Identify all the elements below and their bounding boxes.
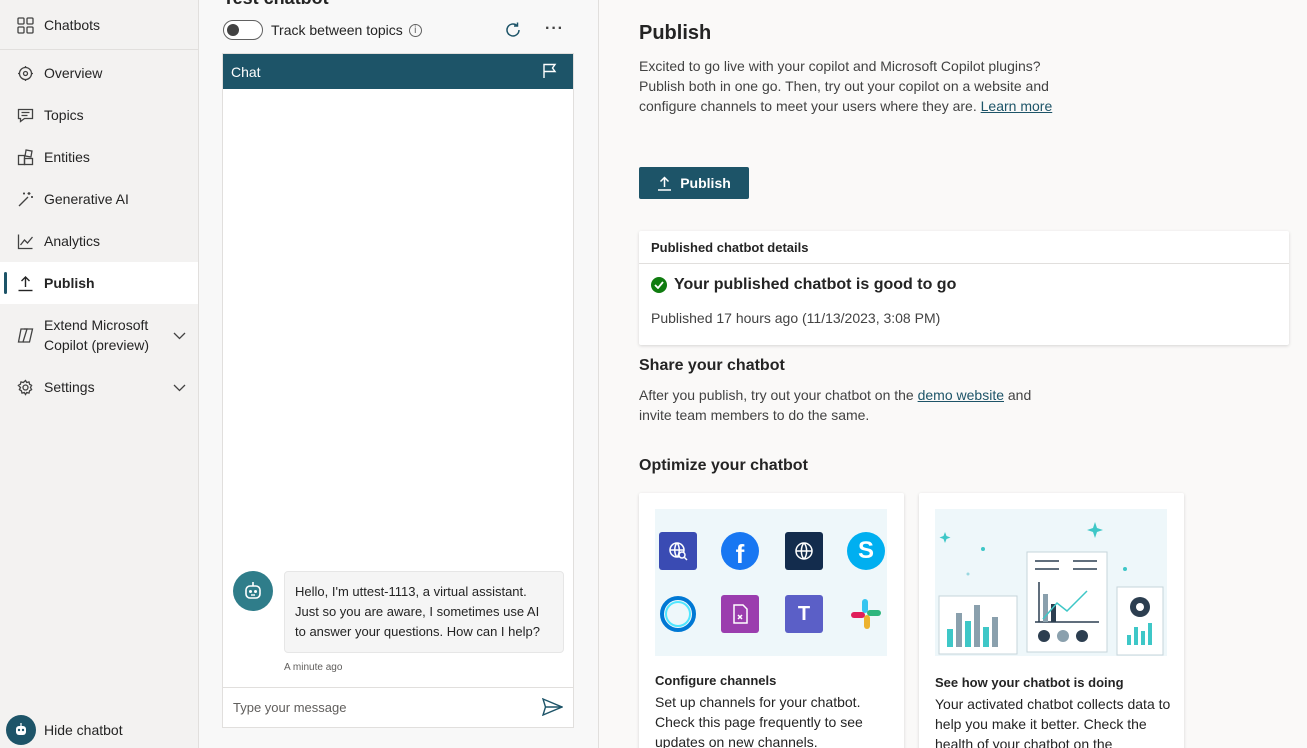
copilot-icon bbox=[16, 326, 34, 344]
analytics-chart-icon bbox=[938, 522, 1164, 656]
nav-label: Settings bbox=[44, 379, 95, 395]
magic-wand-icon bbox=[16, 190, 34, 208]
intro-text: Excited to go live with your copilot and… bbox=[639, 56, 1059, 116]
card-text: Set up channels for your chatbot. Check … bbox=[655, 694, 863, 748]
checkmark-icon bbox=[651, 277, 667, 293]
overview-icon bbox=[16, 64, 34, 82]
share-title: Share your chatbot bbox=[639, 357, 785, 374]
nav-item-settings[interactable]: Settings bbox=[0, 366, 198, 408]
flag-icon[interactable] bbox=[542, 63, 557, 82]
details-header: Published chatbot details bbox=[639, 231, 1289, 264]
nav-label: Analytics bbox=[44, 233, 101, 249]
configure-channels-card[interactable]: f S T Configure channels Set up channels… bbox=[639, 493, 904, 748]
line-chart-icon bbox=[16, 232, 34, 250]
track-topics-toggle[interactable] bbox=[223, 20, 263, 40]
slack-icon bbox=[847, 595, 885, 633]
nav-item-chatbots[interactable]: Chatbots bbox=[0, 4, 198, 46]
chat-header: Chat bbox=[223, 54, 573, 89]
hide-chatbot-button[interactable]: Hide chatbot bbox=[6, 715, 123, 745]
send-icon[interactable] bbox=[541, 697, 564, 719]
nav-label: Chatbots bbox=[44, 17, 101, 33]
chat-window: Chat Hello, I'm uttest-1113, a virtual a… bbox=[222, 53, 574, 728]
test-chatbot-panel: Test chatbot Track between topics i ··· … bbox=[199, 0, 599, 748]
published-time: Published 17 hours ago (11/13/2023, 3:08… bbox=[651, 310, 941, 326]
analytics-card[interactable]: See how your chatbot is doing Your activ… bbox=[919, 493, 1184, 748]
skype-icon: S bbox=[847, 532, 885, 570]
facebook-icon: f bbox=[721, 532, 759, 570]
nav-item-generative-ai[interactable]: Generative AI bbox=[0, 178, 198, 220]
nav-item-extend-copilot[interactable]: Extend Microsoft Copilot (preview) bbox=[0, 314, 198, 356]
entities-icon bbox=[16, 148, 34, 166]
learn-more-link[interactable]: Learn more bbox=[981, 98, 1053, 114]
more-options-icon[interactable]: ··· bbox=[545, 20, 564, 38]
optimize-title: Optimize your chatbot bbox=[639, 457, 808, 474]
card-title: Configure channels bbox=[655, 673, 777, 688]
chat-input-row bbox=[223, 687, 573, 727]
grid-icon bbox=[16, 16, 34, 34]
track-topics-label: Track between topics bbox=[271, 22, 403, 38]
publish-page: Publish Excited to go live with your cop… bbox=[599, 0, 1307, 748]
bot-avatar bbox=[233, 571, 273, 611]
nav-label: Entities bbox=[44, 149, 90, 165]
teams-icon: T bbox=[785, 595, 823, 633]
status-text: Your published chatbot is good to go bbox=[674, 276, 957, 293]
nav-item-overview[interactable]: Overview bbox=[0, 52, 198, 94]
message-timestamp: A minute ago bbox=[284, 662, 343, 673]
nav-label-line2: Copilot (preview) bbox=[44, 337, 150, 353]
published-details-card: Published chatbot details Your published… bbox=[639, 231, 1289, 345]
share-text-before: After you publish, try out your chatbot … bbox=[639, 387, 914, 403]
nav-label: Extend Microsoft Copilot (preview) bbox=[44, 315, 149, 355]
nav-item-entities[interactable]: Entities bbox=[0, 136, 198, 178]
nav-label: Generative AI bbox=[44, 191, 129, 207]
analytics-illustration bbox=[935, 509, 1167, 656]
nav-divider bbox=[0, 49, 198, 50]
nav-label: Overview bbox=[44, 65, 103, 81]
nav-label-line1: Extend Microsoft bbox=[44, 317, 149, 333]
bot-avatar-icon bbox=[6, 715, 36, 745]
web-search-icon bbox=[659, 532, 697, 570]
card-title: See how your chatbot is doing bbox=[935, 675, 1124, 690]
nav-label: Publish bbox=[44, 275, 95, 291]
track-topics-row: Track between topics i bbox=[223, 20, 422, 40]
mobile-app-icon bbox=[721, 595, 759, 633]
upload-icon bbox=[658, 175, 672, 191]
chevron-down-icon bbox=[173, 379, 186, 395]
chat-header-title: Chat bbox=[231, 63, 261, 80]
gear-icon bbox=[16, 378, 34, 396]
hide-chatbot-label: Hide chatbot bbox=[44, 722, 123, 738]
info-icon[interactable]: i bbox=[408, 23, 422, 37]
status-row: Your published chatbot is good to go bbox=[651, 276, 956, 294]
nav-item-topics[interactable]: Topics bbox=[0, 94, 198, 136]
chevron-down-icon bbox=[173, 325, 186, 345]
cortana-icon bbox=[659, 595, 697, 633]
publish-button-label: Publish bbox=[680, 175, 731, 191]
share-text: After you publish, try out your chatbot … bbox=[639, 385, 1059, 425]
left-nav: Chatbots Overview Topics Entities Genera… bbox=[0, 0, 199, 748]
publish-button[interactable]: Publish bbox=[639, 167, 749, 199]
nav-label: Topics bbox=[44, 107, 84, 123]
demo-website-link[interactable]: demo website bbox=[918, 387, 1004, 403]
card-text: Your activated chatbot collects data to … bbox=[935, 696, 1171, 748]
refresh-icon[interactable] bbox=[504, 21, 522, 42]
page-title: Publish bbox=[639, 22, 712, 44]
nav-item-analytics[interactable]: Analytics bbox=[0, 220, 198, 262]
channels-illustration: f S T bbox=[655, 509, 887, 656]
upload-icon bbox=[16, 274, 34, 292]
chat-bubble-icon bbox=[16, 106, 34, 124]
bot-message: Hello, I'm uttest-1113, a virtual assist… bbox=[284, 571, 564, 653]
panel-title: Test chatbot bbox=[223, 0, 329, 9]
globe-icon bbox=[785, 532, 823, 570]
nav-item-publish[interactable]: Publish bbox=[0, 262, 198, 304]
chat-input[interactable] bbox=[233, 700, 523, 715]
